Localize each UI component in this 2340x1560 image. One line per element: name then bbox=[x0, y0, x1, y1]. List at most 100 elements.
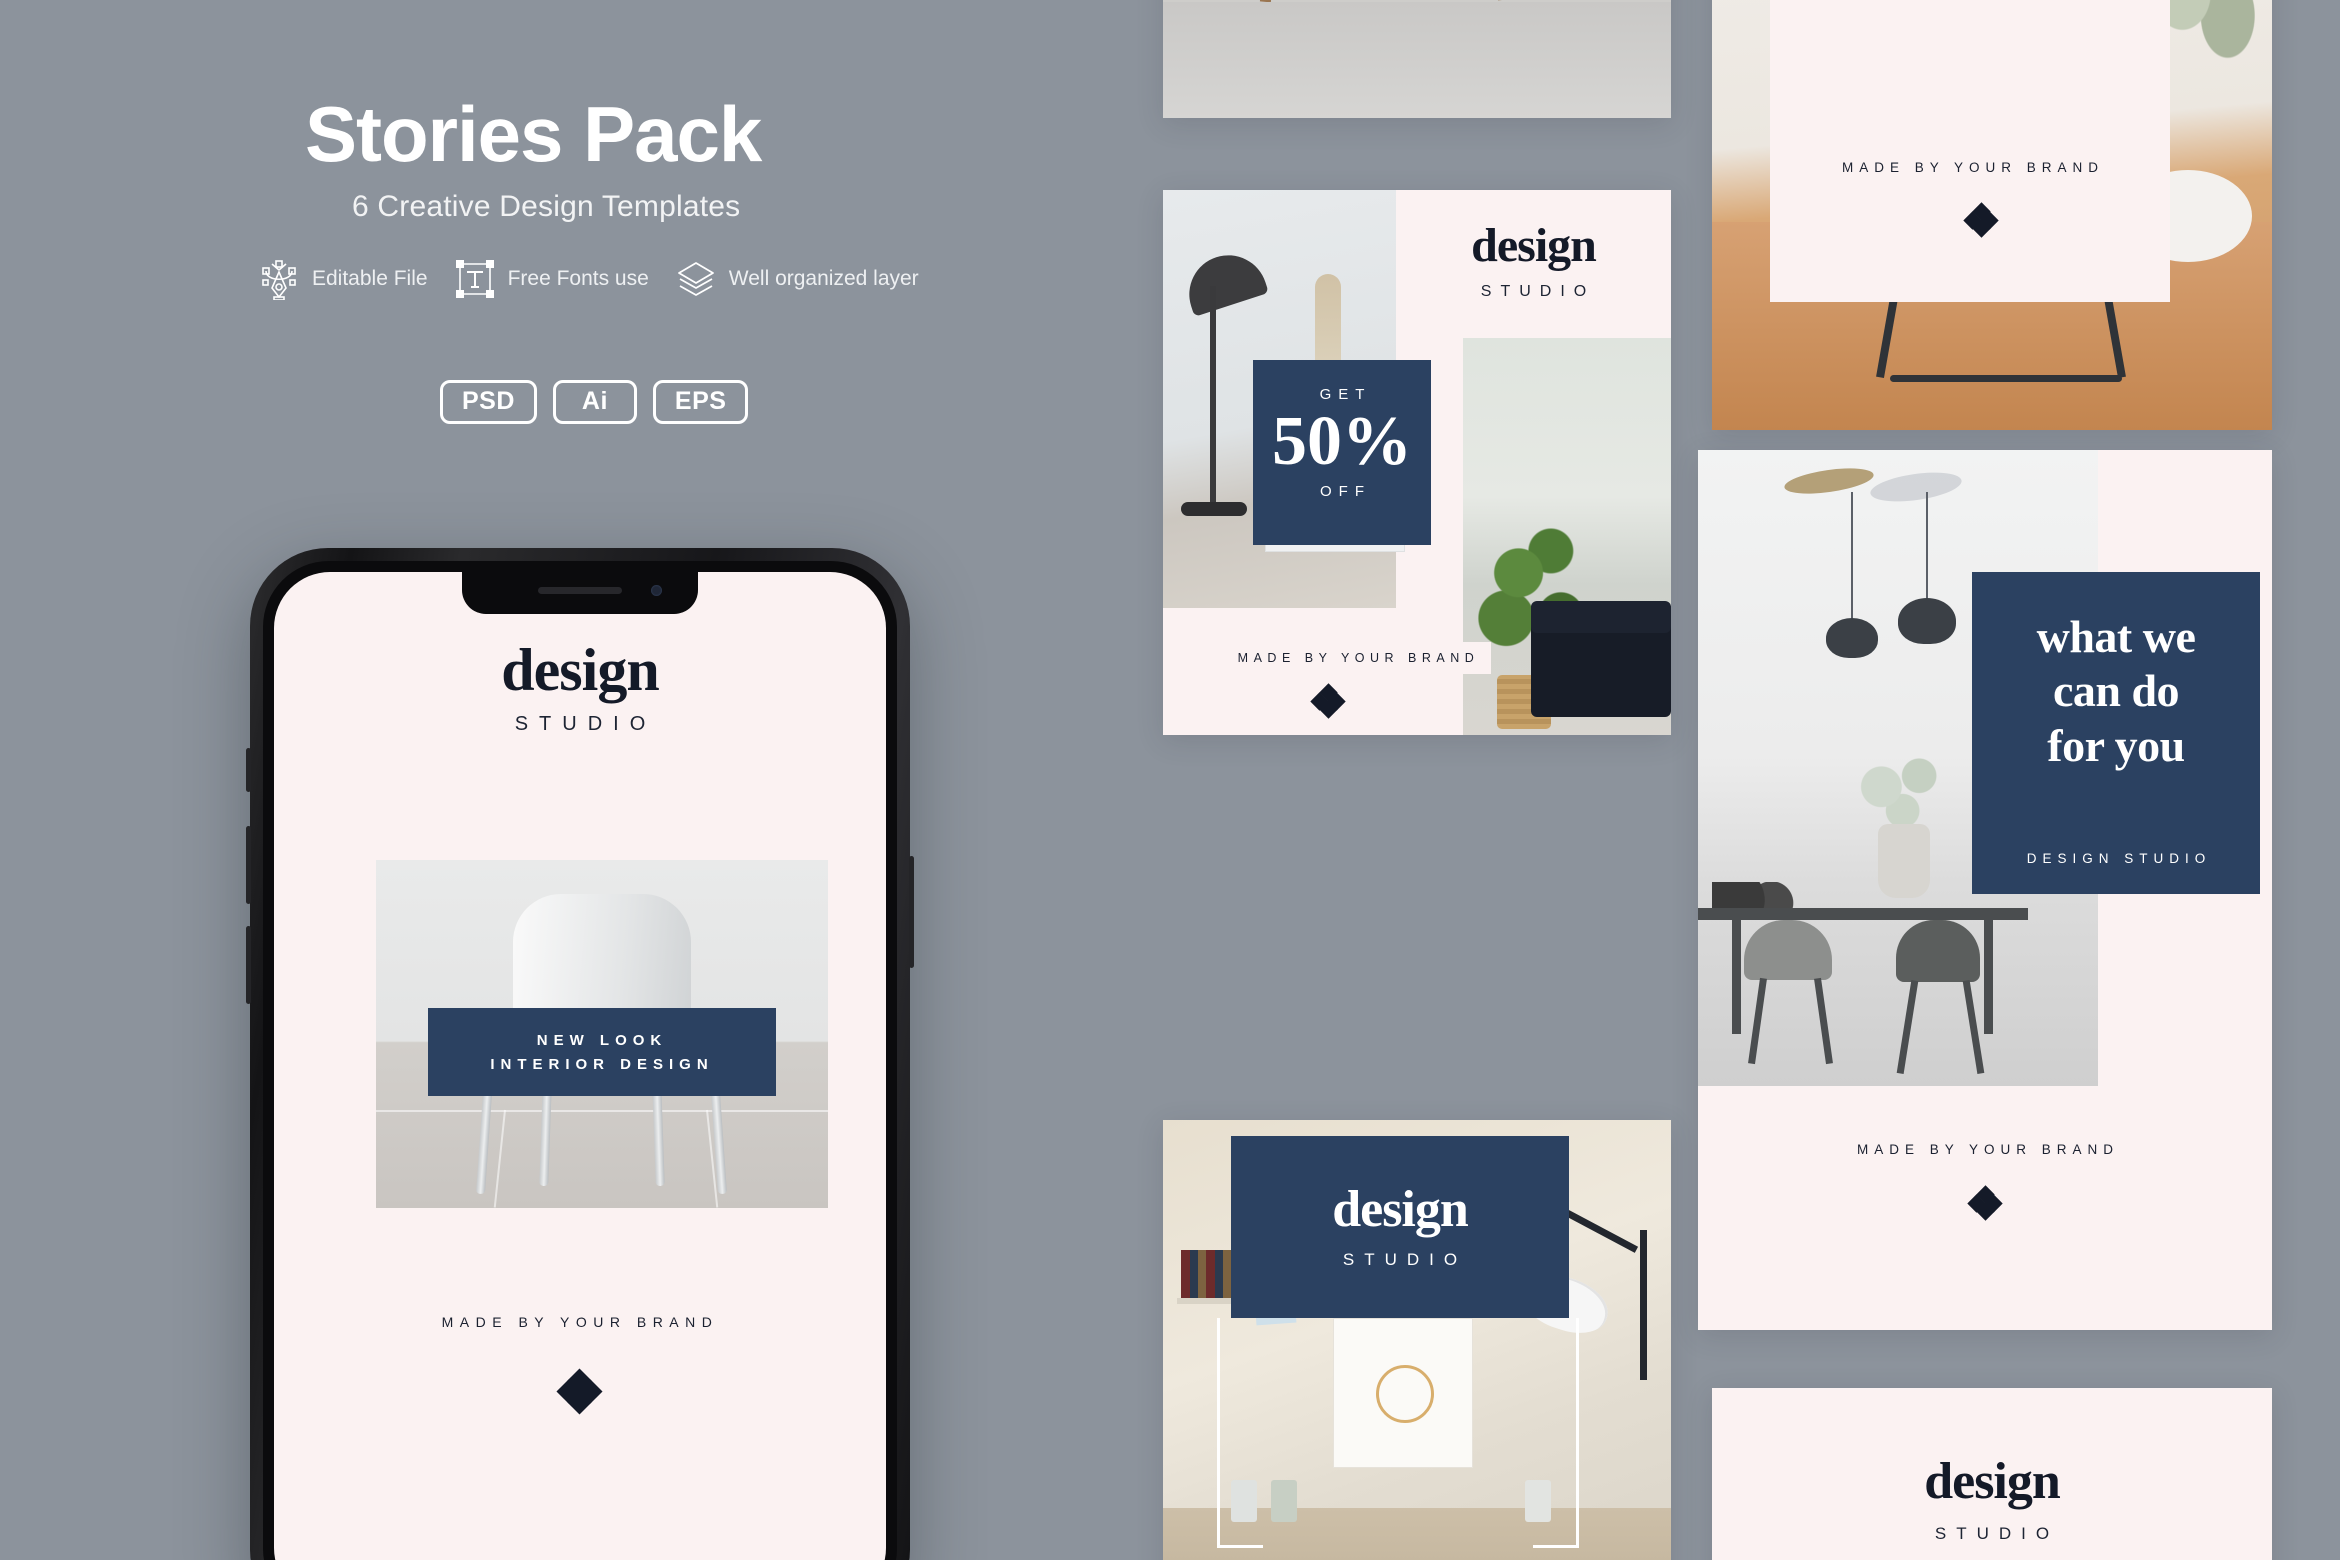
page-title: Stories Pack bbox=[305, 90, 762, 178]
card-subtitle: DESIGN STUDIO bbox=[2026, 851, 2212, 866]
template-card-offer[interactable]: design STUDIO GET 50% OFF MADE BY YOUR B… bbox=[1163, 190, 1671, 735]
dining-chair bbox=[1744, 920, 1832, 980]
chair-leg bbox=[1748, 977, 1767, 1065]
offer-badge: GET 50% OFF bbox=[1253, 360, 1431, 545]
card-white-panel: MADE BY YOUR BRAND bbox=[1770, 0, 2170, 302]
brand-subtitle: STUDIO bbox=[1342, 1250, 1468, 1269]
story-photo-chair: NEW LOOK INTERIOR DESIGN bbox=[376, 860, 828, 1208]
pendant-cord bbox=[1851, 492, 1853, 620]
chair-leg bbox=[1896, 980, 1919, 1074]
card-made-by-text: MADE BY YOUR BRAND bbox=[1221, 642, 1491, 674]
page-subtitle: 6 Creative Design Templates bbox=[352, 190, 741, 223]
brand-wordmark: design bbox=[501, 637, 659, 703]
chair-leg bbox=[1962, 980, 1985, 1074]
ceiling-disc bbox=[1782, 463, 1876, 499]
card-photo bbox=[1163, 0, 1671, 118]
headline-line-1: what we bbox=[2036, 611, 2196, 662]
feature-label: Well organized layer bbox=[728, 267, 919, 290]
pendant-lamp bbox=[1826, 618, 1878, 658]
phone-notch bbox=[462, 572, 698, 614]
story-brand-block: design STUDIO bbox=[274, 640, 886, 736]
card-photo-right bbox=[1463, 338, 1671, 735]
feature-label: Free Fonts use bbox=[507, 267, 649, 290]
template-card-design-studio-plain[interactable]: design STUDIO bbox=[1712, 1388, 2272, 1560]
feature-item-fonts: Free Fonts use bbox=[454, 258, 649, 300]
template-card-made-by[interactable]: MADE BY YOUR BRAND bbox=[1712, 0, 2272, 430]
bracket-right bbox=[1533, 1318, 1579, 1548]
navy-sofa bbox=[1531, 601, 1671, 717]
feature-label: Editable File bbox=[312, 267, 428, 290]
story-caption-banner: NEW LOOK INTERIOR DESIGN bbox=[428, 1008, 776, 1096]
phone-power-button bbox=[909, 856, 914, 968]
front-camera-icon bbox=[651, 585, 662, 596]
tile-line bbox=[493, 1109, 506, 1208]
brand-wordmark: design bbox=[1924, 1453, 2061, 1510]
card-navy-block: design STUDIO bbox=[1231, 1136, 1569, 1318]
table-leg bbox=[1732, 918, 1741, 1034]
phone-volume-up-button bbox=[246, 826, 251, 904]
pen-tool-icon bbox=[258, 258, 300, 301]
card-headline: what we can do for you bbox=[1972, 610, 2260, 773]
caption-line-2: INTERIOR DESIGN bbox=[490, 1055, 714, 1073]
template-card-new-style[interactable]: new style bbox=[1163, 0, 1671, 118]
headline-line-3: for you bbox=[2047, 719, 2185, 771]
pendant-cord bbox=[1926, 492, 1928, 600]
template-card-what-we-can-do[interactable]: what we can do for you DESIGN STUDIO MAD… bbox=[1698, 450, 2272, 1330]
earpiece-speaker-icon bbox=[538, 587, 622, 594]
poster-canvas: Stories Pack 6 Creative Design Templates bbox=[0, 0, 2340, 1560]
badge-eps: EPS bbox=[652, 380, 749, 424]
phone-mockup: design STUDIO NEW LOOK INTERIOR DESIGN M… bbox=[246, 548, 914, 1560]
phone-volume-down-button bbox=[246, 926, 251, 1004]
card-brand-block: design STUDIO bbox=[1396, 190, 1671, 338]
chair-leg bbox=[652, 1083, 665, 1187]
table-leg bbox=[1984, 918, 1993, 1034]
brand-subtitle: STUDIO bbox=[1480, 283, 1596, 300]
badge-ai: Ai bbox=[552, 380, 637, 424]
wall-poster bbox=[1333, 1318, 1473, 1468]
dining-chair bbox=[1896, 920, 1980, 982]
brand-subtitle: STUDIO bbox=[1934, 1524, 2060, 1543]
table-crossbar bbox=[1890, 375, 2122, 382]
phone-screen: design STUDIO NEW LOOK INTERIOR DESIGN M… bbox=[274, 572, 886, 1560]
offer-prefix: GET bbox=[1319, 386, 1372, 403]
floor-lamp-base bbox=[1181, 502, 1247, 516]
diamond-cluster-icon bbox=[556, 1368, 603, 1415]
desk-lamp-stand bbox=[1640, 1230, 1647, 1380]
floor-lamp-pole bbox=[1210, 286, 1216, 508]
card-made-by-text: MADE BY YOUR BRAND bbox=[1856, 1142, 2120, 1157]
tile-line bbox=[376, 1110, 828, 1112]
floor-lamp-head bbox=[1179, 245, 1269, 317]
diamond-cluster-icon bbox=[1967, 1185, 2003, 1221]
story-made-by-text: MADE BY YOUR BRAND bbox=[441, 1314, 719, 1330]
offer-amount: 50% bbox=[1272, 403, 1412, 480]
promo-panel: Stories Pack 6 Creative Design Templates bbox=[0, 0, 1130, 1560]
ceramic-vase bbox=[1878, 824, 1930, 898]
card-made-by-text: MADE BY YOUR BRAND bbox=[1841, 160, 2105, 175]
headline-line-2: can do bbox=[2052, 665, 2180, 717]
diamond-cluster-icon bbox=[1963, 202, 1999, 238]
text-type-icon bbox=[454, 258, 496, 300]
brand-wordmark: design bbox=[1471, 219, 1597, 272]
badge-psd: PSD bbox=[440, 380, 537, 424]
format-badge-group: PSD Ai EPS bbox=[440, 380, 749, 424]
card-navy-block: what we can do for you DESIGN STUDIO bbox=[1972, 572, 2260, 894]
feature-item-editable: Editable File bbox=[258, 258, 428, 301]
pendant-lamp bbox=[1898, 598, 1956, 644]
wall-shadow bbox=[1868, 467, 1964, 507]
carpet-floor bbox=[1163, 2, 1671, 118]
bracket-left bbox=[1217, 1318, 1263, 1548]
phone-bezel: design STUDIO NEW LOOK INTERIOR DESIGN M… bbox=[263, 561, 897, 1560]
desk-lamp-arm bbox=[1565, 1210, 1639, 1253]
diamond-cluster-icon bbox=[1310, 683, 1346, 719]
layers-icon bbox=[675, 258, 717, 300]
desk-object bbox=[1271, 1480, 1297, 1522]
feature-list: Editable File Free Fonts use Well organi… bbox=[258, 258, 919, 301]
chair-leg bbox=[1814, 977, 1833, 1065]
chair-leg bbox=[539, 1083, 552, 1187]
dining-table-top bbox=[1698, 908, 2028, 920]
brand-subtitle: STUDIO bbox=[514, 713, 657, 735]
phone-mute-switch bbox=[246, 748, 251, 792]
template-card-design-studio-photo[interactable]: design STUDIO bbox=[1163, 1120, 1671, 1560]
caption-line-1: NEW LOOK bbox=[536, 1031, 668, 1049]
offer-suffix: OFF bbox=[1320, 482, 1371, 500]
